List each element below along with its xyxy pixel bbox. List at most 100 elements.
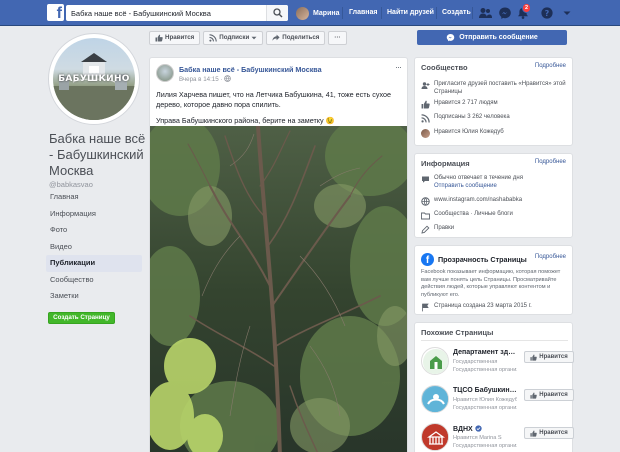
similar-page-like-button[interactable]: Нравится [524, 351, 574, 363]
friend-likes-row: Нравится Юлия Кожедуб [421, 128, 568, 138]
similar-page-category: Государственная организация [453, 404, 517, 411]
search-button[interactable] [266, 5, 288, 21]
notifications-badge: 2 [522, 3, 532, 13]
page-created-row: Страница создана 23 марта 2015 г. [421, 302, 568, 312]
nav-divider [472, 7, 473, 19]
profile-link[interactable]: Марина [296, 6, 340, 20]
post-author-name[interactable]: Бабка наше всё - Бабушкинский Москва [179, 65, 322, 74]
profile-picture-image: БАБУШКИНО [53, 38, 135, 120]
page-nav-posts[interactable]: Публикации [46, 255, 142, 272]
nav-home-link[interactable]: Главная [349, 9, 377, 16]
edits-link[interactable]: Правки [434, 224, 454, 232]
transparency-more-link[interactable]: Подробнее [535, 254, 566, 260]
search-box[interactable] [66, 5, 288, 21]
nav-divider [381, 7, 382, 19]
search-input[interactable] [66, 5, 262, 21]
like-page-label: Нравится [165, 34, 195, 41]
nav-create-link[interactable]: Создать [442, 9, 471, 16]
page-created-text: Страница создана 23 марта 2015 г. [434, 303, 532, 309]
followers-count-text: Подписаны 3 262 человека [434, 114, 510, 120]
similar-page-category: Государственная организация [453, 366, 517, 373]
similar-page-like-button[interactable]: Нравится [524, 389, 574, 401]
similar-page-logo[interactable] [421, 347, 449, 375]
similar-page-subtitle-line: Государственная [453, 359, 498, 365]
similar-pages-card: Похожие Страницы Департамент здравоохран… [414, 322, 574, 452]
friend-requests-icon[interactable] [478, 6, 492, 20]
edits-row[interactable]: Правки [421, 224, 568, 234]
response-time-row: Обычно отвечает в течение дня Отправить … [421, 174, 568, 190]
avatar [296, 6, 309, 20]
account-menu-icon[interactable] [560, 6, 574, 20]
similar-page-name[interactable]: ВДНХ [453, 425, 517, 433]
post-photo[interactable] [150, 126, 408, 452]
page-nav-home[interactable]: Главная [46, 189, 142, 206]
friend-avatar[interactable] [421, 129, 430, 138]
post-card: Бабка наше всё - Бабушкинский Москва Вче… [149, 57, 408, 452]
like-page-button[interactable]: Нравится [149, 30, 201, 45]
post-text: Лилия Харчева пишет, что на Летчика Бабу… [156, 90, 400, 126]
page-profile-picture[interactable]: БАБУШКИНО [48, 33, 140, 125]
messenger-icon [446, 33, 455, 42]
help-icon[interactable]: ? [540, 6, 554, 20]
nav-divider [342, 7, 343, 19]
transparency-card: f Прозрачность Страницы Подробнее Facebo… [414, 245, 573, 315]
likes-count-text: Нравится 2 717 людям [434, 100, 498, 106]
invite-icon [421, 82, 430, 89]
share-button[interactable]: Поделиться [266, 30, 326, 45]
similar-page-logo[interactable] [421, 385, 449, 413]
facebook-logo[interactable]: f [47, 4, 64, 21]
similar-page-name[interactable]: ТЦСО Бабушкинский [453, 387, 517, 394]
svg-text:?: ? [545, 9, 550, 18]
pencil-icon [421, 225, 430, 234]
post-options-button[interactable]: ··· [395, 62, 402, 72]
subscriptions-button[interactable]: Подписки [203, 30, 264, 45]
page-nav-photos[interactable]: Фото [46, 222, 142, 239]
community-more-link[interactable]: Подробнее [535, 63, 566, 69]
tcso-logo [423, 387, 448, 412]
page-nav-notes[interactable]: Заметки [46, 288, 142, 305]
info-send-message-link[interactable]: Отправить сообщение [434, 182, 523, 190]
create-page-button[interactable]: Создать Страницу [48, 312, 115, 324]
community-title: Сообщество [421, 63, 468, 72]
chevron-down-icon [251, 36, 257, 39]
post-author-avatar[interactable] [156, 64, 174, 82]
invite-friends-link[interactable]: Пригласите друзей поставить «Нравится» э… [434, 80, 568, 96]
similar-page-name[interactable]: Департамент здравоохранения [453, 349, 517, 356]
similar-page-logo[interactable] [421, 423, 449, 451]
nav-find-friends-link[interactable]: Найти друзей [387, 9, 434, 16]
share-label: Поделиться [282, 34, 320, 41]
instagram-row[interactable]: www.instagram.com/nashababka [421, 196, 568, 206]
similar-page-name-text: ВДНХ [453, 426, 473, 433]
post-time-text: Вчера в 14:15 · [179, 76, 223, 83]
rss-icon [421, 114, 430, 123]
page-nav-community[interactable]: Сообщество [46, 272, 142, 289]
post-timestamp[interactable]: Вчера в 14:15 · [179, 75, 231, 83]
top-navigation-bar: f Марина Главная Найти друзей Создать 2 … [0, 0, 620, 26]
more-actions-button[interactable]: ··· [328, 30, 347, 45]
messenger-icon[interactable] [498, 6, 512, 20]
search-icon [273, 8, 283, 18]
divider [421, 340, 568, 341]
info-more-link[interactable]: Подробнее [535, 159, 566, 165]
instagram-link[interactable]: www.instagram.com/nashababka [434, 196, 522, 204]
page-handle[interactable]: @babkasvao [49, 180, 93, 189]
similar-page-like-label: Нравится [539, 392, 568, 398]
page-title[interactable]: Бабка наше всё - Бабушкинский Москва [49, 131, 149, 179]
page-action-bar: Нравится Подписки Поделиться ··· [149, 26, 408, 49]
similar-page-subtitle-line: Нравится Юлия Кожедуб [453, 397, 517, 403]
followers-count-row: Подписаны 3 262 человека [421, 113, 568, 123]
page-nav-videos[interactable]: Видео [46, 239, 142, 256]
categories-link[interactable]: Сообщества · Личные блоги [434, 210, 513, 218]
similar-page-item: ВДНХ Нравится Marina S Государственная о… [421, 423, 574, 452]
friend-likes-text[interactable]: Нравится Юлия Кожедуб [434, 128, 504, 136]
page-nav-info[interactable]: Информация [46, 206, 142, 223]
similar-page-like-button[interactable]: Нравится [524, 427, 574, 439]
categories-row: Сообщества · Личные блоги [421, 210, 568, 220]
health-department-logo [423, 349, 448, 374]
send-message-button[interactable]: Отправить сообщение [417, 30, 567, 45]
response-time-block: Обычно отвечает в течение дня Отправить … [434, 174, 523, 190]
similar-page-category: Государственная организация [453, 442, 517, 449]
user-name: Марина [313, 9, 340, 17]
invite-friends-row[interactable]: Пригласите друзей поставить «Нравится» э… [421, 80, 568, 96]
similar-page-subtitle: Государственная Государственная организа… [453, 359, 517, 374]
